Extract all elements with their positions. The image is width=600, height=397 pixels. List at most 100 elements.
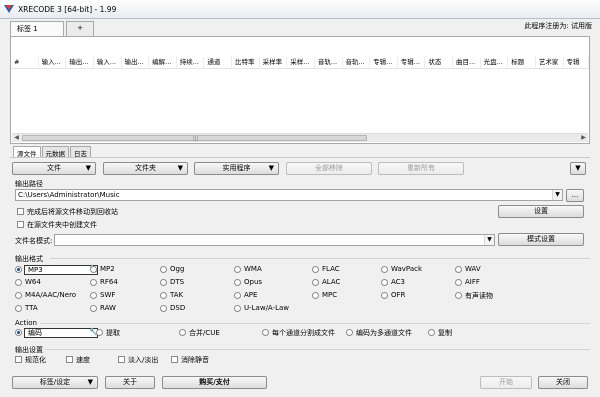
horizontal-scrollbar[interactable]: ◀ ||| ▶: [12, 133, 588, 142]
format-radio[interactable]: [312, 292, 319, 299]
column-header[interactable]: 音轨...: [343, 57, 371, 68]
rescan-button[interactable]: 重新所有: [378, 162, 464, 175]
format-radio[interactable]: [15, 266, 22, 273]
format-radio[interactable]: [15, 305, 22, 312]
format-label: SWF: [100, 291, 116, 299]
folder-button[interactable]: 文件夹 ▼: [103, 162, 188, 175]
output-setting-checkbox[interactable]: [171, 356, 178, 363]
action-label[interactable]: 编码: [24, 328, 98, 338]
column-header[interactable]: 采样...: [287, 57, 315, 68]
grip-icon: |||: [193, 136, 199, 142]
format-label: AC3: [391, 278, 406, 286]
chevron-down-icon[interactable]: ▼: [552, 190, 562, 200]
column-header[interactable]: 采样率: [260, 57, 288, 68]
format-radio[interactable]: [455, 292, 462, 299]
registration-status: 此程序注册为: 试用版: [524, 22, 592, 30]
column-header[interactable]: 输出...: [122, 57, 150, 68]
output-settings-button[interactable]: 设置: [498, 205, 584, 218]
tags-settings-button[interactable]: 标签/设定 ▼: [12, 376, 98, 389]
format-radio[interactable]: [312, 279, 319, 286]
add-tab-button[interactable]: +: [66, 21, 94, 36]
format-radio[interactable]: [312, 266, 319, 273]
pattern-settings-button[interactable]: 模式设置: [498, 233, 584, 246]
format-radio[interactable]: [381, 279, 388, 286]
scrollbar-thumb[interactable]: |||: [22, 135, 367, 142]
column-header[interactable]: 输入...: [39, 57, 67, 68]
utility-button[interactable]: 实用程序 ▼: [194, 162, 279, 175]
about-button[interactable]: 关于: [105, 376, 155, 389]
remove-all-button[interactable]: 全部移除: [286, 162, 372, 175]
column-header[interactable]: 输入...: [94, 57, 122, 68]
column-header[interactable]: 音轨...: [315, 57, 343, 68]
tab-log[interactable]: 日志: [70, 146, 91, 158]
action-radio[interactable]: [428, 329, 435, 336]
format-radio[interactable]: [234, 292, 241, 299]
column-header[interactable]: 通道: [204, 57, 232, 68]
file-button[interactable]: 文件 ▼: [12, 162, 96, 175]
format-radio[interactable]: [160, 266, 167, 273]
close-button[interactable]: 关闭: [538, 376, 588, 389]
action-radio[interactable]: [179, 329, 186, 336]
format-radio[interactable]: [90, 292, 97, 299]
chevron-down-icon[interactable]: ▼: [484, 235, 494, 245]
format-radio[interactable]: [455, 266, 462, 273]
buy-button[interactable]: 购买/支付: [162, 376, 267, 389]
column-header[interactable]: 输出...: [66, 57, 94, 68]
doc-tab-1[interactable]: 标签 1: [10, 21, 64, 36]
output-setting-label: 消除静音: [181, 356, 209, 364]
scroll-right-icon[interactable]: ▶: [579, 134, 588, 142]
column-header[interactable]: 比特率: [232, 57, 260, 68]
format-label: WMA: [244, 265, 262, 273]
column-header[interactable]: 状态: [425, 57, 453, 68]
title-bar: XRECODE 3 [64-bit] - 1.99: [0, 0, 600, 19]
column-header[interactable]: 持续...: [177, 57, 205, 68]
tab-metadata[interactable]: 元数据: [41, 146, 69, 158]
chevron-down-icon: ▼: [85, 164, 91, 172]
column-header[interactable]: 专辑...: [398, 57, 426, 68]
action-label: 复制: [438, 329, 452, 337]
format-label: M4A/AAC/Nero: [25, 291, 77, 299]
column-header[interactable]: 编解...: [149, 57, 177, 68]
file-list[interactable]: # 输入... 输出... 输入... 输出... 编解... 持续... 通道 比特率 采样率采…: [10, 36, 590, 144]
format-radio[interactable]: [234, 279, 241, 286]
format-radio[interactable]: [90, 305, 97, 312]
filename-pattern-combo[interactable]: ▼: [54, 234, 495, 246]
more-menu-button[interactable]: ▼: [570, 162, 586, 175]
output-path-combo[interactable]: C:\Users\Administrator\Music ▼: [15, 189, 563, 201]
browse-button[interactable]: ...: [566, 189, 584, 202]
column-header[interactable]: 艺术家: [536, 57, 564, 68]
action-radio[interactable]: [96, 329, 103, 336]
column-header[interactable]: 曲目...: [453, 57, 481, 68]
action-radio[interactable]: [15, 329, 22, 336]
format-radio[interactable]: [234, 266, 241, 273]
format-radio[interactable]: [160, 279, 167, 286]
format-radio[interactable]: [160, 292, 167, 299]
format-label[interactable]: MP3: [24, 265, 98, 275]
output-settings-label: 输出设置: [15, 346, 43, 354]
format-radio[interactable]: [15, 279, 22, 286]
action-radio[interactable]: [346, 329, 353, 336]
window-title: XRECODE 3 [64-bit] - 1.99: [18, 5, 117, 14]
action-radio[interactable]: [262, 329, 269, 336]
column-header[interactable]: 光盘...: [481, 57, 509, 68]
format-radio[interactable]: [455, 279, 462, 286]
create-in-source-checkbox[interactable]: [17, 221, 24, 228]
move-source-checkbox[interactable]: [17, 208, 24, 215]
format-radio[interactable]: [234, 305, 241, 312]
column-header[interactable]: 标题: [508, 57, 536, 68]
column-header[interactable]: #: [11, 57, 39, 68]
column-header[interactable]: 专辑...: [370, 57, 398, 68]
output-setting-checkbox[interactable]: [15, 356, 22, 363]
format-radio[interactable]: [90, 279, 97, 286]
format-radio[interactable]: [381, 292, 388, 299]
column-header[interactable]: 专辑: [564, 57, 589, 68]
format-radio[interactable]: [160, 305, 167, 312]
format-radio[interactable]: [15, 292, 22, 299]
format-radio[interactable]: [90, 266, 97, 273]
start-button[interactable]: 开始: [480, 376, 532, 389]
output-setting-checkbox[interactable]: [118, 356, 125, 363]
output-setting-checkbox[interactable]: [66, 356, 73, 363]
format-label: WAV: [465, 265, 481, 273]
format-radio[interactable]: [381, 266, 388, 273]
scroll-left-icon[interactable]: ◀: [12, 134, 21, 142]
